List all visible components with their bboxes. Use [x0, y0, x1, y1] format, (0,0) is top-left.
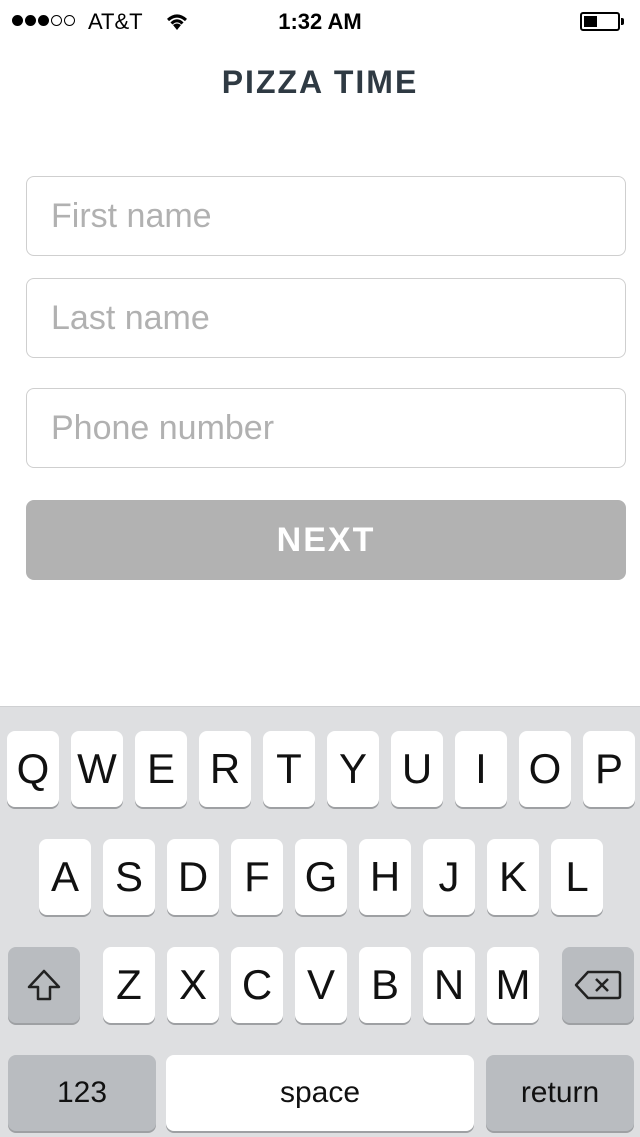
shift-key[interactable] — [8, 947, 80, 1023]
backspace-key[interactable] — [562, 947, 634, 1023]
next-button[interactable]: NEXT — [26, 500, 626, 580]
phone-number-input[interactable] — [26, 388, 626, 468]
key-w[interactable]: W — [71, 731, 123, 807]
key-q[interactable]: Q — [7, 731, 59, 807]
key-d[interactable]: D — [167, 839, 219, 915]
keyboard: Q W E R T Y U I O P A S D F G H J K L Z … — [0, 706, 640, 1137]
key-g[interactable]: G — [295, 839, 347, 915]
key-b[interactable]: B — [359, 947, 411, 1023]
last-name-input[interactable] — [26, 278, 626, 358]
shift-icon — [27, 969, 61, 1001]
key-c[interactable]: C — [231, 947, 283, 1023]
key-s[interactable]: S — [103, 839, 155, 915]
key-t[interactable]: T — [263, 731, 315, 807]
key-y[interactable]: Y — [327, 731, 379, 807]
key-x[interactable]: X — [167, 947, 219, 1023]
key-m[interactable]: M — [487, 947, 539, 1023]
page-title: PIZZA TIME — [221, 64, 419, 100]
key-i[interactable]: I — [455, 731, 507, 807]
space-key[interactable]: space — [166, 1055, 474, 1131]
key-l[interactable]: L — [551, 839, 603, 915]
key-n[interactable]: N — [423, 947, 475, 1023]
backspace-icon — [574, 970, 622, 1000]
key-k[interactable]: K — [487, 839, 539, 915]
numbers-key[interactable]: 123 — [8, 1055, 156, 1131]
key-o[interactable]: O — [519, 731, 571, 807]
return-key[interactable]: return — [486, 1055, 634, 1131]
status-bar: AT&T 1:32 AM — [0, 0, 640, 44]
key-z[interactable]: Z — [103, 947, 155, 1023]
key-e[interactable]: E — [135, 731, 187, 807]
key-v[interactable]: V — [295, 947, 347, 1023]
battery-icon — [580, 12, 624, 31]
key-h[interactable]: H — [359, 839, 411, 915]
key-a[interactable]: A — [39, 839, 91, 915]
key-j[interactable]: J — [423, 839, 475, 915]
key-f[interactable]: F — [231, 839, 283, 915]
key-p[interactable]: P — [583, 731, 635, 807]
key-u[interactable]: U — [391, 731, 443, 807]
clock: 1:32 AM — [278, 9, 362, 34]
key-r[interactable]: R — [199, 731, 251, 807]
first-name-input[interactable] — [26, 176, 626, 256]
